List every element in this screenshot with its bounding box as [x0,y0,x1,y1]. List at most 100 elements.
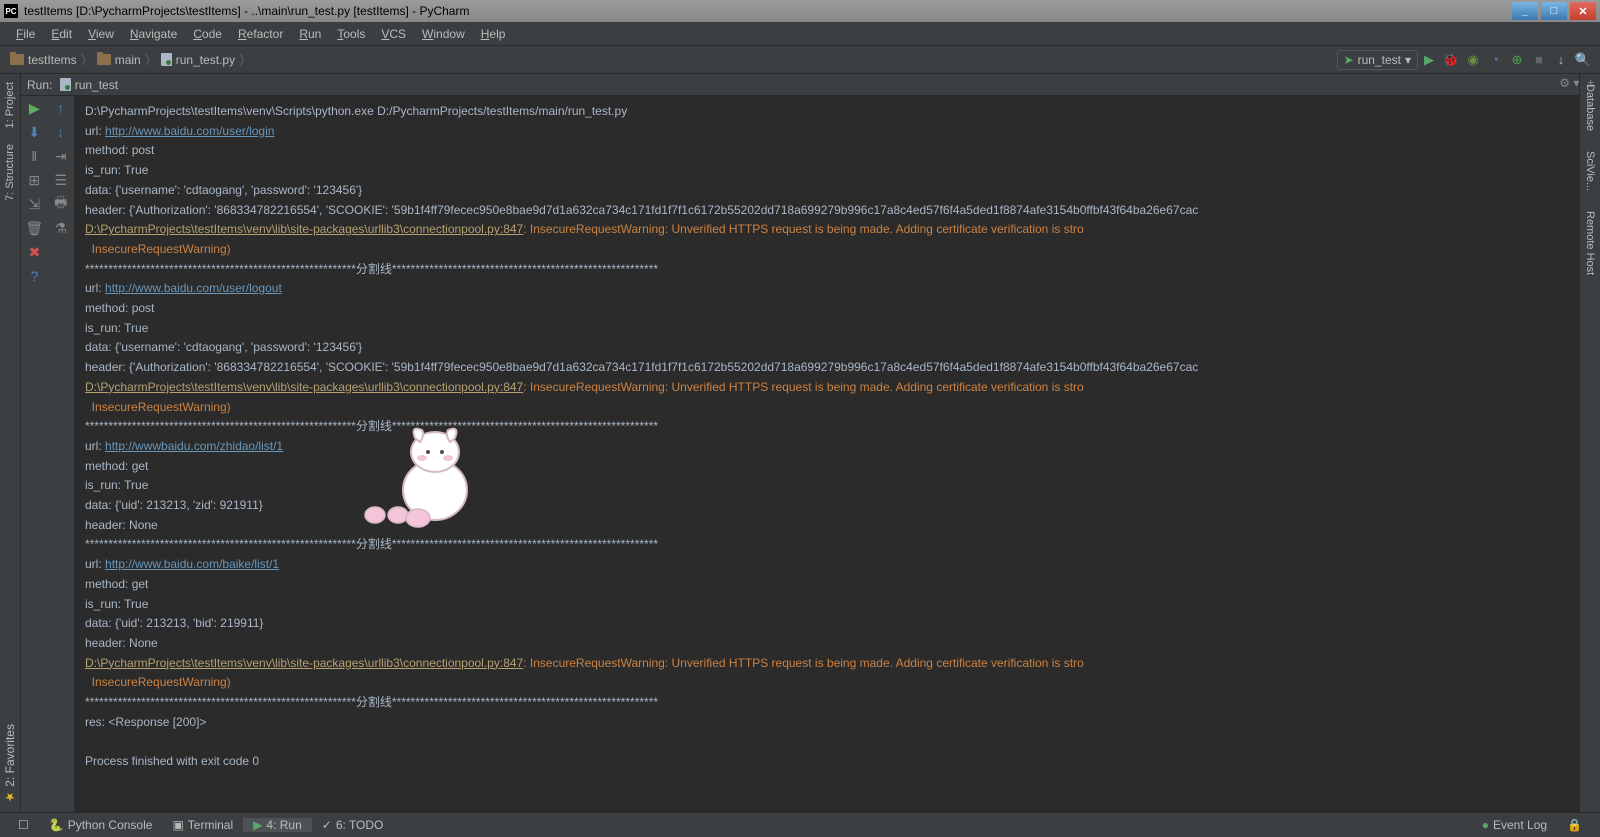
stop-button[interactable]: ‖ [21,144,48,168]
tab-remote-host[interactable]: Remote Host [1582,201,1598,285]
output-text: method: post [85,301,154,315]
tab-sciview[interactable]: SciVie... [1582,141,1598,201]
down-trace-button[interactable]: ↓ [48,120,75,144]
run-header-label: Run: [27,78,52,92]
stop-button[interactable]: ■ [1530,51,1548,69]
breadcrumb-root[interactable]: testItems [6,53,81,67]
crumb-label: testItems [28,53,77,67]
python-console-tab[interactable]: 🐍Python Console [39,818,163,832]
window-title: testItems [D:\PycharmProjects\testItems]… [24,4,1509,18]
debug-button[interactable]: 🐞 [1442,51,1460,69]
filter-button[interactable]: ⚗ [48,216,75,240]
todo-tab[interactable]: ✓6: TODO [312,818,394,832]
main-menu: File Edit View Navigate Code Refactor Ru… [0,22,1600,46]
run-arrow-icon: ➤ [1344,53,1354,67]
crumb-label: run_test.py [176,53,235,67]
output-text: res: <Response [200]> [85,715,206,729]
minimize-button[interactable]: _ [1512,2,1538,20]
menu-run[interactable]: Run [291,25,329,43]
terminal-icon: ▣ [172,818,183,832]
warning-path-link[interactable]: D:\PycharmProjects\testItems\venv\lib\si… [85,222,523,236]
menu-tools[interactable]: Tools [329,25,373,43]
folder-icon [97,54,111,65]
navigation-bar: testItems 〉 main 〉 run_test.py 〉 ➤ run_t… [0,46,1600,74]
run-config-selector[interactable]: ➤ run_test ▾ [1337,50,1418,70]
warning-path-link[interactable]: D:\PycharmProjects\testItems\venv\lib\si… [85,380,523,394]
output-text: is_run: True [85,163,148,177]
menu-window[interactable]: Window [414,25,473,43]
window-titlebar: PC testItems [D:\PycharmProjects\testIte… [0,0,1600,22]
warning-text: InsecureRequestWarning) [85,400,231,414]
tab-favorites[interactable]: ★ 2: Favorites [1,716,19,812]
run-gutter: ▶↑ ⬇↓ ‖⇥ ⊞☰ ⇲🖶 🗑⚗ ✖ ? [21,96,75,812]
python-file-icon [60,78,71,91]
breadcrumb-file[interactable]: run_test.py [157,53,239,67]
run-button[interactable]: ▶ [1420,51,1438,69]
warning-text: : InsecureRequestWarning: Unverified HTT… [523,656,1083,670]
clear-button[interactable]: 🗑 [21,216,48,240]
layout-button[interactable]: ⊞ [21,168,48,192]
event-icon: ● [1482,818,1489,832]
menu-vcs[interactable]: VCS [373,25,414,43]
tab-structure[interactable]: 7: Structure [2,136,18,209]
output-text: method: post [85,143,154,157]
left-tool-rail: 1: Project 7: Structure ★ 2: Favorites [0,74,21,812]
menu-help[interactable]: Help [473,25,514,43]
output-text: url: [85,439,105,453]
menu-code[interactable]: Code [185,25,230,43]
menu-view[interactable]: View [80,25,122,43]
close-button[interactable]: ✕ [1570,2,1596,20]
output-text: data: {'username': 'cdtaogang', 'passwor… [85,183,362,197]
print-button[interactable]: 🖶 [48,192,75,216]
warning-path-link[interactable]: D:\PycharmProjects\testItems\venv\lib\si… [85,656,523,670]
rerun-button[interactable]: ▶ [21,96,48,120]
separator-text: ****************************************… [85,537,658,551]
output-text: data: {'username': 'cdtaogang', 'passwor… [85,340,362,354]
update-button[interactable]: ↓ [1552,51,1570,69]
event-log-tab[interactable]: ●Event Log [1472,818,1557,832]
down-button[interactable]: ⬇ [21,120,48,144]
output-text: header: None [85,636,158,650]
warning-text: : InsecureRequestWarning: Unverified HTT… [523,380,1083,394]
run-console-output[interactable]: D:\PycharmProjects\testItems\venv\Script… [75,96,1579,812]
status-lock-icon[interactable]: 🔒 [1557,818,1592,832]
output-text: is_run: True [85,597,148,611]
settings-icon[interactable]: ⚙ ▾ [1559,76,1579,90]
url-link[interactable]: http://www.baidu.com/baike/list/1 [105,557,279,571]
menu-navigate[interactable]: Navigate [122,25,185,43]
coverage-button[interactable]: ◉ [1464,51,1482,69]
maximize-button[interactable]: □ [1541,2,1567,20]
search-everywhere-button[interactable]: 🔍 [1574,51,1592,69]
minimize-tool-icon[interactable]: ± [1587,76,1594,90]
menu-edit[interactable]: Edit [43,25,80,43]
soft-wrap-button[interactable]: ⇥ [48,144,75,168]
terminal-tab[interactable]: ▣Terminal [162,818,243,832]
profile-button[interactable]: ◔ [1486,51,1504,69]
tool-btn-left[interactable]: ☐ [8,818,39,832]
scroll-end-button[interactable]: ☰ [48,168,75,192]
up-trace-button[interactable]: ↑ [48,96,75,120]
concurrency-button[interactable]: ⊕ [1508,51,1526,69]
output-text: url: [85,124,105,138]
close-tab-button[interactable]: ✖ [21,240,48,264]
right-tool-rail: Database SciVie... Remote Host [1579,74,1600,812]
dropdown-triangle-icon: ▾ [1405,53,1411,67]
todo-icon: ✓ [322,818,332,832]
run-toolwindow-header: Run: run_test [21,74,1579,96]
url-link[interactable]: http://www.baidu.com/user/logout [105,281,282,295]
url-link[interactable]: http://wwwbaidu.com/zhidao/list/1 [105,439,283,453]
python-icon: 🐍 [49,818,64,832]
menu-refactor[interactable]: Refactor [230,25,291,43]
output-text: data: {'uid': 213213, 'bid': 219911} [85,616,263,630]
run-icon: ▶ [253,818,262,832]
output-text: is_run: True [85,478,148,492]
pin-button[interactable]: ⇲ [21,192,48,216]
chevron-right-icon: 〉 [145,51,157,68]
chevron-right-icon: 〉 [81,51,93,68]
menu-file[interactable]: File [8,25,43,43]
url-link[interactable]: http://www.baidu.com/user/login [105,124,274,138]
run-tab[interactable]: ▶4: Run [243,818,312,832]
breadcrumb-folder[interactable]: main [93,53,145,67]
help-button[interactable]: ? [21,264,48,288]
tab-project[interactable]: 1: Project [2,74,18,136]
